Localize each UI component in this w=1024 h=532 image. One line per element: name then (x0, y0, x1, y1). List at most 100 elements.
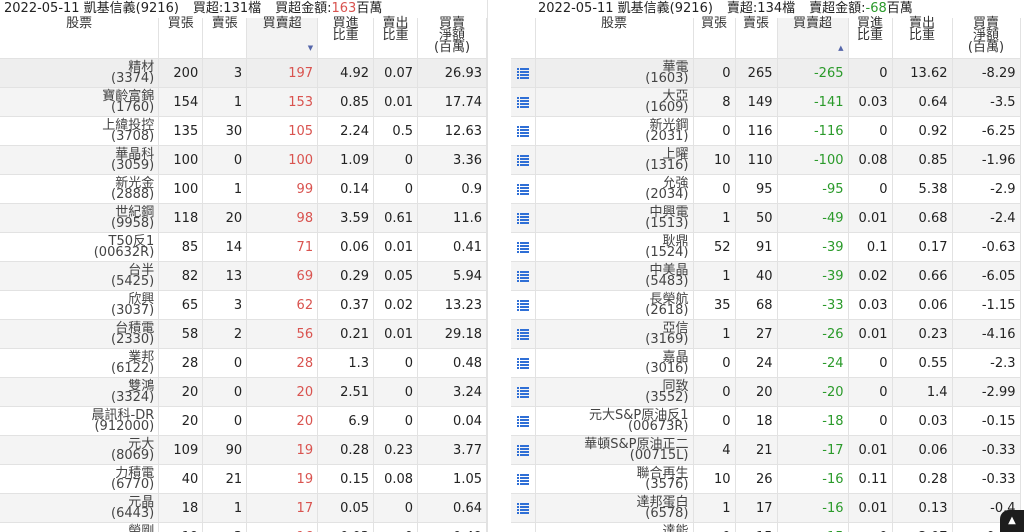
table-row[interactable]: 元大S&P原油反1 (00673R) 0 18 -18 0 0.03 -0.15 (511, 406, 1021, 436)
stock-cell[interactable]: 聯合再生 (3576) (535, 464, 694, 494)
list-icon[interactable] (511, 464, 536, 494)
column-header[interactable]: 買賣 淨額 (百萬) (417, 17, 487, 59)
stock-cell[interactable]: 新光金 (2888) (0, 174, 160, 204)
table-row[interactable]: 達邦蛋白 (6578) 1 17 -16 0.01 0.13 -0.4 (511, 493, 1021, 523)
table-row[interactable]: 華晶科 (3059) 100 0 100 1.09 0 3.36 (0, 145, 487, 175)
table-row[interactable]: 寶齡富錦 (1760) 154 1 153 0.85 0.01 17.74 (0, 87, 487, 117)
table-row[interactable]: 中興電 (1513) 1 50 -49 0.01 0.68 -2.4 (511, 203, 1021, 233)
table-row[interactable]: 力積電 (6770) 40 21 19 0.15 0.08 1.05 (0, 464, 487, 494)
stock-cell[interactable]: 華電 (1603) (535, 58, 694, 88)
stock-cell[interactable]: 欣興 (3037) (0, 290, 160, 320)
stock-cell[interactable]: 業邦 (6122) (0, 348, 160, 378)
table-row[interactable]: 台半 (5425) 82 13 69 0.29 0.05 5.94 (0, 261, 487, 291)
list-icon[interactable] (511, 58, 536, 88)
column-header[interactable]: 買進 比重 (848, 17, 893, 59)
stock-cell[interactable]: 大亞 (1609) (535, 87, 694, 117)
column-header[interactable]: 賣張 (202, 17, 248, 59)
table-row[interactable]: 台積電 (2330) 58 2 56 0.21 0.01 29.18 (0, 319, 487, 349)
list-icon[interactable] (511, 174, 536, 204)
table-row[interactable]: 元大 (8069) 109 90 19 0.28 0.23 3.77 (0, 435, 487, 465)
stock-cell[interactable]: 晨訊科-DR (912000) (0, 406, 160, 436)
stock-cell[interactable]: T50反1 (00632R) (0, 232, 160, 262)
column-header[interactable]: 買張 (693, 17, 736, 59)
table-row[interactable]: 精材 (3374) 200 3 197 4.92 0.07 26.93 (0, 58, 487, 88)
list-icon[interactable] (511, 203, 536, 233)
table-row[interactable]: 雙鴻 (3324) 20 0 20 2.51 0 3.24 (0, 377, 487, 407)
stock-cell[interactable]: 元大 (8069) (0, 435, 160, 465)
table-row[interactable]: 同致 (3552) 0 20 -20 0 1.4 -2.99 (511, 377, 1021, 407)
stock-cell[interactable]: 華晶科 (3059) (0, 145, 160, 175)
stock-cell[interactable]: 雙鴻 (3324) (0, 377, 160, 407)
stock-cell[interactable]: 嘉晶 (3016) (535, 348, 694, 378)
table-row[interactable]: 亞信 (3169) 1 27 -26 0.01 0.23 -4.16 (511, 319, 1021, 349)
table-row[interactable]: 業邦 (6122) 28 0 28 1.3 0 0.48 (0, 348, 487, 378)
list-icon[interactable] (511, 290, 536, 320)
table-row[interactable]: 允強 (2034) 0 95 -95 0 5.38 -2.9 (511, 174, 1021, 204)
stock-cell[interactable]: 精材 (3374) (0, 58, 160, 88)
list-icon[interactable] (511, 493, 536, 523)
list-icon[interactable] (511, 319, 536, 349)
list-icon[interactable] (511, 435, 536, 465)
column-header[interactable]: ▲ 買賣超 (777, 17, 849, 59)
stock-cell[interactable]: 上曜 (1316) (535, 145, 694, 175)
table-row[interactable]: 耿鼎 (1524) 52 91 -39 0.1 0.17 -0.63 (511, 232, 1021, 262)
table-row[interactable]: 新光金 (2888) 100 1 99 0.14 0 0.9 (0, 174, 487, 204)
column-header[interactable]: 股票 (535, 17, 694, 59)
stock-cell[interactable]: 元大S&P原油反1 (00673R) (535, 406, 694, 436)
list-icon[interactable] (511, 232, 536, 262)
table-row[interactable]: 長榮航 (2618) 35 68 -33 0.03 0.06 -1.15 (511, 290, 1021, 320)
stock-cell[interactable]: 中美晶 (5483) (535, 261, 694, 291)
list-icon[interactable] (511, 261, 536, 291)
table-row[interactable]: 大亞 (1609) 8 149 -141 0.03 0.64 -3.5 (511, 87, 1021, 117)
table-row[interactable]: T50反1 (00632R) 85 14 71 0.06 0.01 0.41 (0, 232, 487, 262)
list-icon[interactable] (511, 116, 536, 146)
table-row[interactable]: 上曜 (1316) 10 110 -100 0.08 0.85 -1.96 (511, 145, 1021, 175)
stock-cell[interactable]: 達邦蛋白 (6578) (535, 493, 694, 523)
table-row[interactable]: 新光鋼 (2031) 0 116 -116 0 0.92 -6.25 (511, 116, 1021, 146)
stock-cell[interactable]: 達能(3686) (535, 522, 694, 532)
table-row[interactable]: 世紀鋼 (9958) 118 20 98 3.59 0.61 11.6 (0, 203, 487, 233)
table-row[interactable]: 上緯投控 (3708) 135 30 105 2.24 0.5 12.63 (0, 116, 487, 146)
stock-cell[interactable]: 耿鼎 (1524) (535, 232, 694, 262)
stock-cell[interactable]: 榮剛(5009) (0, 522, 160, 532)
stock-cell[interactable]: 台半 (5425) (0, 261, 160, 291)
list-icon[interactable] (511, 145, 536, 175)
stock-cell[interactable]: 世紀鋼 (9958) (0, 203, 160, 233)
stock-cell[interactable]: 同致 (3552) (535, 377, 694, 407)
column-header[interactable]: 賣出 比重 (373, 17, 419, 59)
stock-cell[interactable]: 允強 (2034) (535, 174, 694, 204)
list-icon[interactable] (511, 348, 536, 378)
table-row[interactable]: 華電 (1603) 0 265 -265 0 13.62 -8.29 (511, 58, 1021, 88)
column-header[interactable]: 買進 比重 (317, 17, 375, 59)
stock-cell[interactable]: 華頓S&P原油正二 (00715L) (535, 435, 694, 465)
table-row[interactable]: 中美晶 (5483) 1 40 -39 0.02 0.66 -6.05 (511, 261, 1021, 291)
stock-cell[interactable]: 台積電 (2330) (0, 319, 160, 349)
stock-cell[interactable]: 新光鋼 (2031) (535, 116, 694, 146)
stock-cell[interactable]: 中興電 (1513) (535, 203, 694, 233)
stock-cell[interactable]: 力積電 (6770) (0, 464, 160, 494)
column-header[interactable]: 賣張 (735, 17, 778, 59)
table-row[interactable]: 華頓S&P原油正二 (00715L) 4 21 -17 0.01 0.06 -0.33 (511, 435, 1021, 465)
table-row[interactable]: 元晶 (6443) 18 1 17 0.05 0 0.64 (0, 493, 487, 523)
list-icon[interactable] (511, 377, 536, 407)
column-header[interactable]: 買張 (158, 17, 204, 59)
column-header[interactable]: 買賣 淨額 (百萬) (952, 17, 1021, 59)
list-icon[interactable] (511, 87, 536, 117)
table-row[interactable]: 嘉晶 (3016) 0 24 -24 0 0.55 -2.3 (511, 348, 1021, 378)
column-header[interactable]: 賣出 比重 (892, 17, 953, 59)
table-row[interactable]: 榮剛(5009)193160.0300.49 (0, 522, 487, 532)
stock-cell[interactable]: 元晶 (6443) (0, 493, 160, 523)
table-row[interactable]: 達能(3686)015-1502.07-0.43 (511, 522, 1021, 532)
column-header[interactable]: 股票 (0, 17, 160, 59)
stock-cell[interactable]: 長榮航 (2618) (535, 290, 694, 320)
table-row[interactable]: 晨訊科-DR (912000) 20 0 20 6.9 0 0.04 (0, 406, 487, 436)
table-row[interactable]: 欣興 (3037) 65 3 62 0.37 0.02 13.23 (0, 290, 487, 320)
scroll-top-icon[interactable]: ▲ (1000, 510, 1024, 532)
stock-cell[interactable]: 亞信 (3169) (535, 319, 694, 349)
stock-cell[interactable]: 寶齡富錦 (1760) (0, 87, 160, 117)
column-header[interactable]: ▼ 買賣超 (246, 17, 319, 59)
list-icon[interactable] (511, 406, 536, 436)
list-icon[interactable] (511, 522, 536, 532)
table-row[interactable]: 聯合再生 (3576) 10 26 -16 0.11 0.28 -0.33 (511, 464, 1021, 494)
stock-cell[interactable]: 上緯投控 (3708) (0, 116, 160, 146)
